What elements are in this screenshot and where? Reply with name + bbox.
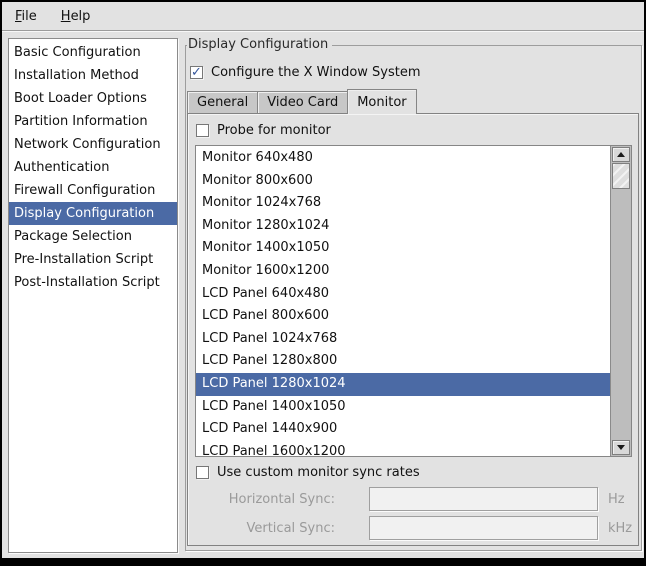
monitor-list-item[interactable]: Monitor 640x480 [196,147,610,170]
monitor-list-item[interactable]: LCD Panel 1280x1024 [196,373,610,396]
configure-x-label: Configure the X Window System [211,65,421,80]
monitor-list-item[interactable]: Monitor 1280x1024 [196,215,610,238]
horizontal-sync-label: Horizontal Sync: [195,492,335,507]
sidebar-item[interactable]: Basic Configuration [9,41,177,64]
vertical-sync-label: Vertical Sync: [195,521,335,536]
custom-sync-label: Use custom monitor sync rates [217,465,420,480]
arrow-down-icon [617,445,625,450]
monitor-list-item[interactable]: LCD Panel 800x600 [196,305,610,328]
probe-monitor-label: Probe for monitor [217,123,331,138]
tab-video-card[interactable]: Video Card [257,91,348,113]
monitor-list-item[interactable]: Monitor 1400x1050 [196,237,610,260]
tab-general[interactable]: General [187,91,258,113]
monitor-list-scrollbar [610,146,631,456]
section-list: Basic ConfigurationInstallation MethodBo… [8,38,178,553]
sidebar-item[interactable]: Display Configuration [9,202,177,225]
probe-monitor-row: Probe for monitor [196,123,632,138]
window-content: File Help Basic ConfigurationInstallatio… [2,2,644,558]
custom-sync-checkbox[interactable] [196,466,209,479]
sidebar-item[interactable]: Post-Installation Script [9,271,177,294]
main-area: Basic ConfigurationInstallation MethodBo… [2,31,644,558]
monitor-list: Monitor 640x480Monitor 800x600Monitor 10… [196,146,610,456]
display-notebook: General Video Card Monitor Probe for mon… [187,88,639,546]
configure-x-row: Configure the X Window System [190,65,639,80]
right-pane: Display Configuration Configure the X Wi… [185,38,640,553]
probe-monitor-checkbox[interactable] [196,124,209,137]
sidebar-item[interactable]: Partition Information [9,110,177,133]
monitor-list-item[interactable]: Monitor 1024x768 [196,192,610,215]
scrollbar-track[interactable] [611,189,631,439]
scrollbar-thumb[interactable] [612,163,630,189]
vertical-sync-input[interactable] [369,516,598,540]
monitor-listbox: Monitor 640x480Monitor 800x600Monitor 10… [195,145,632,457]
vertical-sync-unit: kHz [608,521,632,536]
horizontal-sync-unit: Hz [608,492,625,507]
tab-bar: General Video Card Monitor [187,88,639,113]
sidebar-item[interactable]: Package Selection [9,225,177,248]
menu-bar: File Help [2,2,644,31]
monitor-list-item[interactable]: Monitor 1600x1200 [196,260,610,283]
sidebar-item[interactable]: Network Configuration [9,133,177,156]
monitor-list-item[interactable]: LCD Panel 1600x1200 [196,441,610,456]
display-configuration-group: Display Configuration Configure the X Wi… [185,45,642,551]
horizontal-sync-row: Horizontal Sync: Hz [195,487,632,511]
sidebar-item[interactable]: Boot Loader Options [9,87,177,110]
monitor-tab-panel: Probe for monitor Monitor 640x480Monitor… [187,113,639,546]
monitor-list-item[interactable]: LCD Panel 1024x768 [196,328,610,351]
sidebar-item[interactable]: Firewall Configuration [9,179,177,202]
monitor-list-item[interactable]: LCD Panel 1400x1050 [196,396,610,419]
tab-monitor[interactable]: Monitor [347,89,416,114]
menu-help[interactable]: Help [56,7,96,26]
app-window: File Help Basic ConfigurationInstallatio… [0,0,646,566]
sidebar-item[interactable]: Pre-Installation Script [9,248,177,271]
configure-x-checkbox[interactable] [190,66,203,79]
scroll-down-button[interactable] [612,440,630,455]
custom-sync-row: Use custom monitor sync rates [196,465,632,480]
monitor-list-item[interactable]: LCD Panel 640x480 [196,283,610,306]
scroll-up-button[interactable] [612,147,630,162]
arrow-up-icon [617,152,625,157]
vertical-sync-row: Vertical Sync: kHz [195,516,632,540]
menu-file[interactable]: File [10,7,42,26]
sidebar-item[interactable]: Installation Method [9,64,177,87]
horizontal-sync-input[interactable] [369,487,598,511]
monitor-list-item[interactable]: LCD Panel 1440x900 [196,418,610,441]
group-title: Display Configuration [187,37,332,52]
sidebar-item[interactable]: Authentication [9,156,177,179]
monitor-list-item[interactable]: LCD Panel 1280x800 [196,350,610,373]
monitor-list-item[interactable]: Monitor 800x600 [196,170,610,193]
